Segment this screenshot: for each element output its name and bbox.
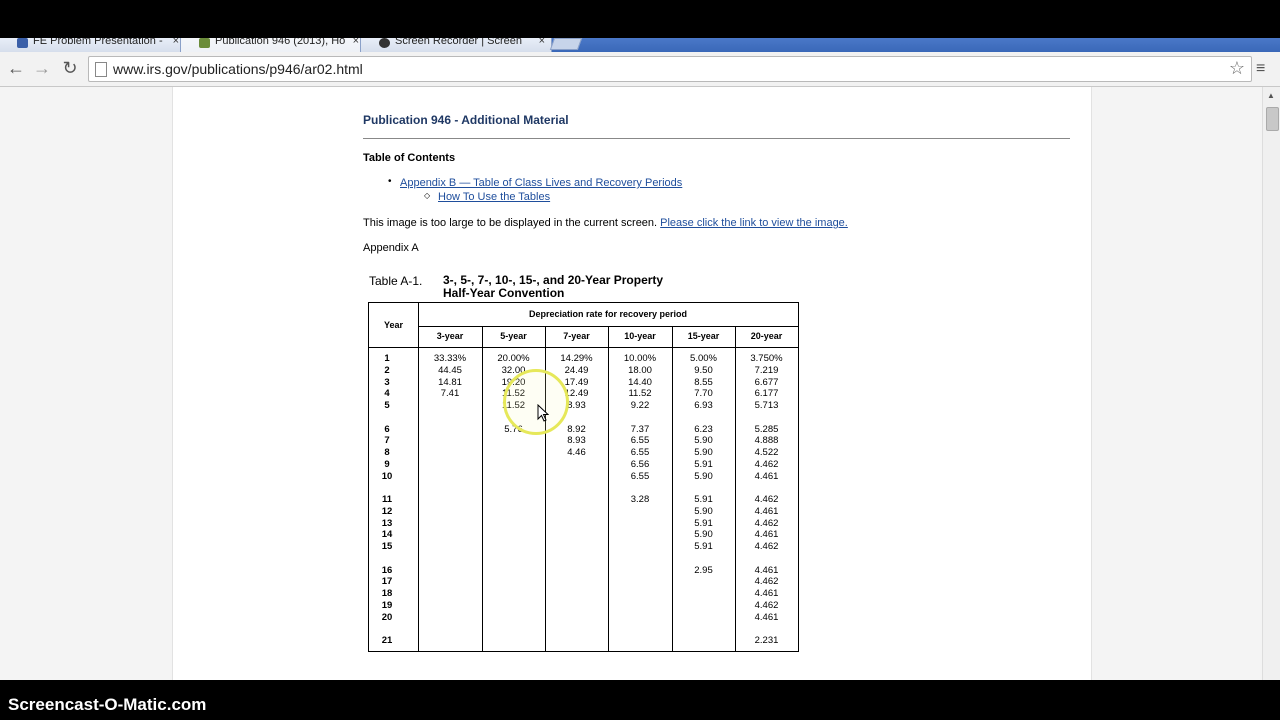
col-header-3: 3-year bbox=[436, 331, 464, 341]
appendix-heading: Appendix A bbox=[363, 242, 419, 254]
forward-button[interactable]: → bbox=[32, 58, 52, 78]
page-icon bbox=[95, 62, 107, 77]
new-tab-button[interactable] bbox=[549, 38, 583, 50]
rates-10-year: 10.00% 18.00 14.40 11.52 9.22 7.37 6.55 … bbox=[623, 353, 657, 505]
rates-3-year: 33.33% 44.45 14.81 7.41 bbox=[433, 353, 467, 400]
table-label: Table A-1. bbox=[369, 274, 423, 288]
group-header: Depreciation rate for recovery period bbox=[528, 309, 688, 319]
url-text[interactable]: www.irs.gov/publications/p946/ar02.html bbox=[113, 61, 363, 77]
how-to-use-link[interactable]: How To Use the Tables bbox=[438, 191, 550, 203]
tab-publication-946[interactable]: Publication 946 (2013), Ho × bbox=[180, 38, 366, 52]
year-column: 1 2 3 4 5 6 7 8 9 10 11 12 13 14 15 16 1… bbox=[381, 353, 393, 646]
col-header-7: 7-year bbox=[563, 331, 590, 341]
recording-top-bar bbox=[0, 0, 1280, 38]
depreciation-table: Year Depreciation rate for recovery peri… bbox=[368, 302, 799, 652]
cursor-highlight bbox=[503, 369, 569, 435]
table-title: 3-, 5-, 7-, 10-, 15-, and 20-Year Proper… bbox=[443, 274, 663, 300]
scroll-thumb[interactable] bbox=[1266, 107, 1279, 131]
image-notice: This image is too large to be displayed … bbox=[363, 217, 848, 229]
tab-title: FE Problem Presentation - bbox=[33, 38, 163, 47]
vertical-scrollbar[interactable]: ▲ bbox=[1262, 87, 1280, 680]
divider bbox=[363, 138, 1070, 139]
wordpress-icon bbox=[17, 38, 28, 48]
view-image-link[interactable]: Please click the link to view the image. bbox=[660, 217, 848, 229]
col-header-15: 15-year bbox=[687, 331, 720, 341]
col-header-5: 5-year bbox=[500, 331, 527, 341]
notice-text: This image is too large to be displayed … bbox=[363, 217, 661, 229]
irs-icon bbox=[199, 38, 210, 48]
bookmark-star-icon[interactable]: ☆ bbox=[1229, 58, 1245, 79]
close-icon[interactable]: × bbox=[353, 38, 359, 47]
tab-screen-recorder[interactable]: Screen Recorder | Screen × bbox=[360, 38, 552, 52]
recording-bottom-bar: Screencast-O-Matic.com bbox=[0, 680, 1280, 720]
rates-15-year: 5.00% 9.50 8.55 7.70 6.93 6.23 5.90 5.90… bbox=[690, 353, 717, 576]
tab-title: Publication 946 (2013), Ho bbox=[215, 38, 346, 47]
menu-icon[interactable]: ≡ bbox=[1256, 60, 1265, 78]
scroll-up-icon[interactable]: ▲ bbox=[1267, 91, 1275, 100]
sub-bullet-icon: ◇ bbox=[424, 191, 431, 200]
tab-title: Screen Recorder | Screen bbox=[395, 38, 522, 47]
watermark-text: Screencast-O-Matic.com bbox=[8, 695, 207, 714]
back-button[interactable]: ← bbox=[6, 58, 26, 78]
bullet-icon: • bbox=[388, 176, 392, 187]
close-icon[interactable]: × bbox=[539, 38, 545, 47]
mouse-cursor-icon bbox=[537, 404, 549, 422]
recorder-icon bbox=[379, 38, 390, 48]
page-viewport: Publication 946 - Additional Material Ta… bbox=[0, 87, 1262, 680]
rates-20-year: 3.750% 7.219 6.677 6.177 5.713 5.285 4.8… bbox=[750, 353, 783, 646]
col-header-10: 10-year bbox=[624, 331, 656, 341]
year-header: Year bbox=[383, 320, 404, 330]
col-header-20: 20-year bbox=[750, 331, 783, 341]
browser-toolbar: ← → ↻ www.irs.gov/publications/p946/ar02… bbox=[0, 52, 1280, 87]
reload-button[interactable]: ↻ bbox=[60, 58, 80, 78]
appendix-b-link[interactable]: Appendix B — Table of Class Lives and Re… bbox=[400, 177, 682, 189]
close-icon[interactable]: × bbox=[173, 38, 179, 47]
table-title-line2: Half-Year Convention bbox=[443, 286, 565, 300]
toc-heading: Table of Contents bbox=[363, 152, 456, 164]
address-bar[interactable]: www.irs.gov/publications/p946/ar02.html … bbox=[88, 56, 1252, 82]
tab-fe-problem[interactable]: FE Problem Presentation - × bbox=[0, 38, 186, 52]
tab-strip: FE Problem Presentation - × Publication … bbox=[0, 38, 1280, 52]
page-title: Publication 946 - Additional Material bbox=[363, 113, 569, 127]
